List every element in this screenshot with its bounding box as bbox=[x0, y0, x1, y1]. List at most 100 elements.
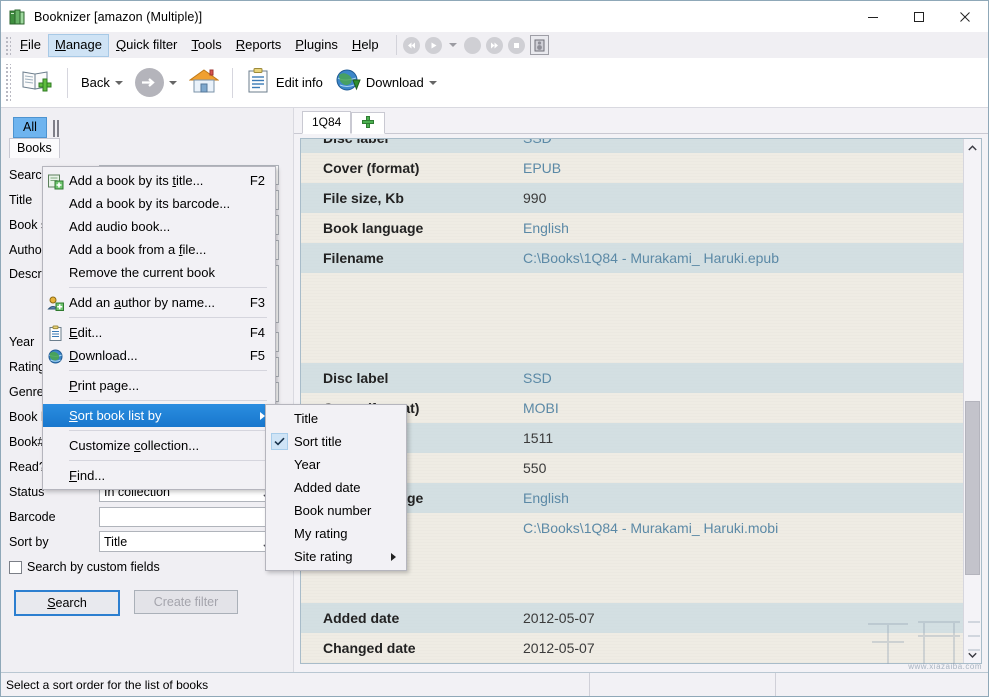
back-caret-down-icon[interactable] bbox=[115, 81, 123, 85]
menu-item-label: Add a book by its title... bbox=[69, 173, 236, 188]
menu-item-label: Sort title bbox=[294, 434, 396, 449]
download-caret-down-icon[interactable] bbox=[429, 81, 437, 85]
menu-separator bbox=[69, 287, 267, 288]
rewind-icon[interactable] bbox=[403, 37, 420, 54]
menu-help[interactable]: Help bbox=[345, 34, 386, 57]
prop-value[interactable]: English bbox=[523, 490, 569, 506]
prop-value[interactable]: C:\Books\1Q84 - Murakami_ Haruki.epub bbox=[523, 250, 779, 266]
scroll-up-button[interactable] bbox=[964, 139, 981, 156]
minimize-button[interactable] bbox=[850, 1, 896, 32]
properties-vertical-scrollbar[interactable] bbox=[963, 139, 981, 663]
content-area: All Books Search Title Book series bbox=[1, 108, 988, 672]
menu-item-edit[interactable]: Edit... F4 bbox=[43, 321, 275, 344]
submenu-item-year[interactable]: Year bbox=[266, 453, 406, 476]
submenu-item-added-date[interactable]: Added date bbox=[266, 476, 406, 499]
forward-button[interactable] bbox=[129, 64, 183, 102]
speaker-icon[interactable] bbox=[530, 35, 549, 55]
submenu-item-book-number[interactable]: Book number bbox=[266, 499, 406, 522]
fast-forward-icon[interactable] bbox=[486, 37, 503, 54]
check-icon bbox=[271, 433, 288, 450]
prop-value[interactable]: English bbox=[523, 220, 569, 236]
stop-icon[interactable] bbox=[508, 37, 525, 54]
toolbar-grip[interactable] bbox=[4, 64, 11, 102]
menu-file[interactable]: File bbox=[13, 34, 48, 57]
menu-separator bbox=[69, 430, 267, 431]
menubar-separator bbox=[396, 35, 397, 55]
menu-item-add-book-by-title[interactable]: Add a book by its title... F2 bbox=[43, 169, 275, 192]
custom-fields-checkbox[interactable] bbox=[9, 561, 22, 574]
prop-key: Cover (format) bbox=[323, 160, 523, 176]
application-window: Booknizer [amazon (Multiple)] File Manag… bbox=[0, 0, 989, 697]
sort-by-select[interactable]: Title bbox=[99, 531, 279, 552]
menu-item-add-book-from-file[interactable]: Add a book from a file... bbox=[43, 238, 275, 261]
home-icon bbox=[189, 67, 219, 98]
table-row: Added date 2012-05-07 bbox=[301, 603, 964, 633]
add-book-button[interactable] bbox=[14, 64, 60, 102]
menu-reports[interactable]: Reports bbox=[229, 34, 289, 57]
back-button[interactable]: Back bbox=[75, 64, 129, 102]
menu-quick-filter[interactable]: Quick filter bbox=[109, 34, 184, 57]
prop-value[interactable]: SSD bbox=[523, 370, 552, 386]
prop-key: File size, Kb bbox=[323, 190, 523, 206]
prop-value[interactable]: C:\Books\1Q84 - Murakami_ Haruki.mobi bbox=[523, 520, 778, 536]
search-button[interactable]: Search bbox=[14, 590, 120, 616]
submenu-item-sort-title[interactable]: Sort title bbox=[266, 430, 406, 453]
scroll-down-button[interactable] bbox=[964, 646, 981, 663]
table-row: Changed date 2012-05-07 bbox=[301, 633, 964, 663]
menu-item-add-audio-book[interactable]: Add audio book... bbox=[43, 215, 275, 238]
prop-value[interactable]: MOBI bbox=[523, 400, 559, 416]
menu-item-add-book-by-barcode[interactable]: Add a book by its barcode... bbox=[43, 192, 275, 215]
sidebar-tab-all[interactable]: All bbox=[13, 117, 47, 138]
prop-value[interactable]: SSD bbox=[523, 139, 552, 146]
submenu-item-site-rating[interactable]: Site rating bbox=[266, 545, 406, 568]
row-spacer bbox=[301, 273, 964, 303]
menubar-grip[interactable] bbox=[4, 35, 11, 55]
submenu-item-title[interactable]: Title bbox=[266, 407, 406, 430]
menu-item-accel: F3 bbox=[250, 295, 265, 310]
submenu-item-my-rating[interactable]: My rating bbox=[266, 522, 406, 545]
book-detail-panel: 1Q84 Disc label SSD Cover (format) EPUB bbox=[294, 108, 988, 672]
menu-item-download[interactable]: Download... F5 bbox=[43, 344, 275, 367]
menu-tools[interactable]: Tools bbox=[184, 34, 228, 57]
home-button[interactable] bbox=[183, 64, 225, 102]
menu-item-sort-book-list-by[interactable]: Sort book list by bbox=[43, 404, 275, 427]
menu-item-customize-collection[interactable]: Customize collection... bbox=[43, 434, 275, 457]
media-controls bbox=[403, 35, 549, 55]
record-icon[interactable] bbox=[464, 37, 481, 54]
barcode-input[interactable] bbox=[99, 507, 279, 527]
download-button[interactable]: Download bbox=[329, 64, 443, 102]
manage-menu-popup[interactable]: Add a book by its title... F2 Add a book… bbox=[42, 166, 276, 490]
close-button[interactable] bbox=[942, 1, 988, 32]
prop-value[interactable]: EPUB bbox=[523, 160, 561, 176]
table-row: Book language English bbox=[301, 213, 964, 243]
row-spacer bbox=[301, 333, 964, 363]
menu-item-label: Customize collection... bbox=[69, 438, 265, 453]
menu-item-remove-current-book[interactable]: Remove the current book bbox=[43, 261, 275, 284]
main-toolbar: Back bbox=[1, 58, 988, 108]
add-book-title-icon bbox=[47, 173, 64, 190]
menu-plugins[interactable]: Plugins bbox=[288, 34, 345, 57]
menu-item-label: My rating bbox=[294, 526, 396, 541]
table-row: File size, Kb 990 bbox=[301, 183, 964, 213]
menu-separator bbox=[69, 460, 267, 461]
edit-info-button[interactable]: Edit info bbox=[240, 64, 329, 102]
document-tab-1q84[interactable]: 1Q84 bbox=[302, 111, 351, 134]
menu-item-add-author-by-name[interactable]: Add an author by name... F3 bbox=[43, 291, 275, 314]
sidebar-subtab-books[interactable]: Books bbox=[9, 138, 60, 158]
maximize-button[interactable] bbox=[896, 1, 942, 32]
prop-key: Disc label bbox=[323, 139, 523, 146]
menu-manage[interactable]: Manage bbox=[48, 34, 109, 57]
add-tab-button[interactable] bbox=[351, 112, 385, 134]
menu-item-print-page[interactable]: Print page... bbox=[43, 374, 275, 397]
forward-caret-down-icon[interactable] bbox=[169, 81, 177, 85]
custom-fields-checkbox-row[interactable]: Search by custom fields bbox=[1, 554, 293, 580]
field-row-sort-by: Sort by Title bbox=[1, 529, 293, 554]
play-icon[interactable] bbox=[425, 37, 442, 54]
create-filter-button[interactable]: Create filter bbox=[134, 590, 238, 614]
caret-down-icon[interactable] bbox=[449, 43, 457, 47]
sort-submenu-popup[interactable]: Title Sort title Year Added date Book nu… bbox=[265, 404, 407, 571]
prop-key: Book language bbox=[323, 220, 523, 236]
scrollbar-thumb[interactable] bbox=[965, 401, 980, 575]
menu-item-find[interactable]: Find... bbox=[43, 464, 275, 487]
custom-fields-label: Search by custom fields bbox=[27, 560, 160, 574]
